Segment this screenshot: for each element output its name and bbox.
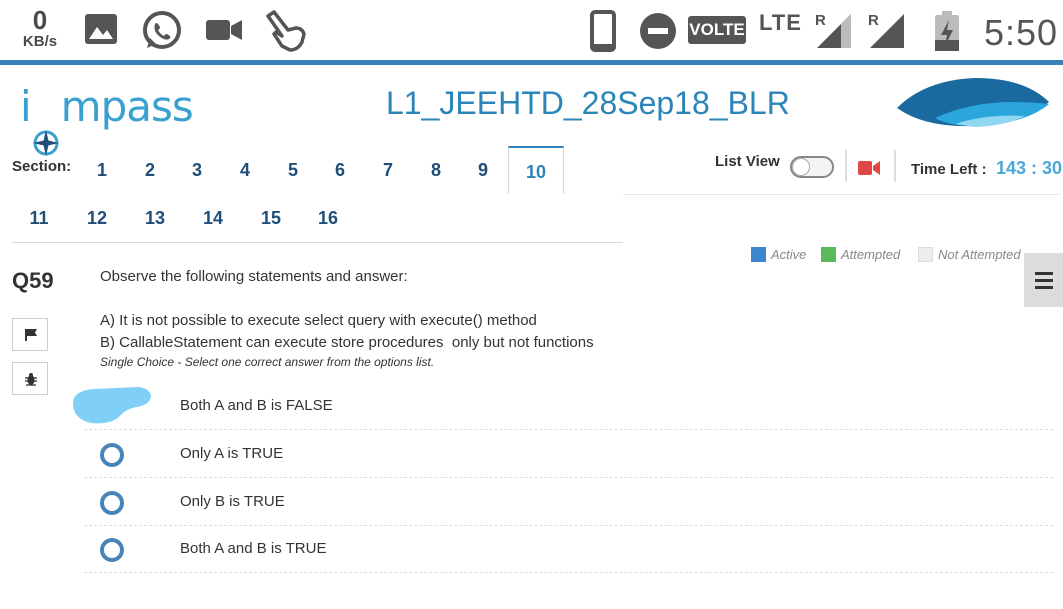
answer-option-label: Only A is TRUE bbox=[180, 445, 284, 462]
flag-button[interactable] bbox=[12, 318, 48, 351]
phone-icon bbox=[590, 10, 616, 57]
question-number: Q59 bbox=[12, 268, 54, 293]
legend-not-attempted-swatch bbox=[918, 247, 933, 262]
section-label: Section: bbox=[12, 158, 72, 175]
network-type: LTE bbox=[759, 10, 802, 35]
brand-wave-logo bbox=[895, 74, 1051, 135]
answer-option-label: Only B is TRUE bbox=[180, 493, 285, 510]
volte-badge: VOLTE bbox=[688, 16, 746, 44]
network-speed-unit: KB/s bbox=[22, 33, 58, 50]
logo-text-left: i bbox=[20, 82, 32, 131]
answer-option-label: Both A and B is FALSE bbox=[180, 397, 333, 414]
video-camera-icon[interactable] bbox=[858, 160, 880, 181]
controls-separator bbox=[894, 150, 896, 182]
status-bar: 0 KB/s VOLTE LTE R R 5:50 bbox=[0, 0, 1063, 65]
section-tab-12[interactable]: 12 bbox=[69, 194, 125, 242]
radio-button[interactable] bbox=[100, 538, 124, 562]
answer-option-2[interactable]: Only A is TRUE bbox=[84, 430, 1053, 478]
bug-icon bbox=[25, 373, 37, 386]
hamburger-icon bbox=[1035, 286, 1053, 289]
video-camera-icon bbox=[205, 16, 243, 49]
exam-title: L1_JEEHTD_28Sep18_BLR bbox=[386, 85, 790, 121]
legend-active-label: Active bbox=[771, 247, 807, 262]
section-tab-15[interactable]: 15 bbox=[243, 194, 299, 242]
report-bug-button[interactable] bbox=[12, 362, 48, 395]
legend-not-attempted: Not Attempted bbox=[918, 247, 1021, 262]
network-speed-value: 0 bbox=[32, 5, 48, 35]
time-left-value: 143 : 30 bbox=[996, 158, 1063, 178]
logo-text-right: mpass bbox=[60, 82, 194, 131]
icompass-logo: i mpass bbox=[20, 82, 194, 156]
section-tab-9[interactable]: 9 bbox=[455, 146, 511, 194]
section-tab-10[interactable]: 10 bbox=[508, 146, 564, 194]
hamburger-icon bbox=[1035, 279, 1053, 282]
legend-not-attempted-label: Not Attempted bbox=[938, 247, 1021, 262]
answer-option-label: Both A and B is TRUE bbox=[180, 540, 327, 557]
header-divider bbox=[623, 194, 1060, 195]
signal-icon bbox=[815, 12, 853, 55]
time-left-label: Time Left : bbox=[911, 161, 987, 178]
section-divider bbox=[12, 242, 623, 243]
answer-option-4[interactable]: Both A and B is TRUE bbox=[84, 525, 1053, 573]
battery-charging-icon bbox=[934, 10, 960, 57]
controls-separator bbox=[845, 150, 847, 182]
do-not-disturb-icon bbox=[639, 12, 677, 55]
statement-b: B) CallableStatement can execute store p… bbox=[100, 334, 594, 351]
list-view-label: List View bbox=[715, 153, 780, 170]
pointing-hand-icon bbox=[264, 10, 308, 57]
list-view-toggle[interactable] bbox=[790, 156, 834, 178]
redaction-mark bbox=[69, 383, 153, 430]
answer-option-3[interactable]: Only B is TRUE bbox=[84, 478, 1053, 526]
answer-option-1[interactable]: Both A and B is FALSE bbox=[84, 382, 1053, 430]
signal-icon bbox=[868, 12, 906, 55]
legend-attempted-swatch bbox=[821, 247, 836, 262]
legend-active: Active bbox=[751, 247, 806, 262]
hamburger-icon bbox=[1035, 272, 1053, 275]
clock: 5:50 bbox=[984, 12, 1059, 53]
section-tab-16[interactable]: 16 bbox=[300, 194, 356, 242]
radio-button[interactable] bbox=[100, 491, 124, 515]
status-bar-accent-line bbox=[0, 60, 1063, 65]
legend-active-swatch bbox=[751, 247, 766, 262]
section-tab-13[interactable]: 13 bbox=[127, 194, 183, 242]
section-tab-14[interactable]: 14 bbox=[185, 194, 241, 242]
menu-button[interactable] bbox=[1024, 253, 1063, 307]
gallery-icon bbox=[84, 13, 118, 50]
flag-icon bbox=[25, 329, 37, 341]
network-speed: 0 KB/s bbox=[16, 6, 64, 50]
question-prompt: Observe the following statements and ans… bbox=[100, 268, 408, 285]
whatsapp-icon bbox=[141, 10, 183, 57]
legend-attempted: Attempted bbox=[821, 247, 900, 262]
answer-instruction: Single Choice - Select one correct answe… bbox=[100, 355, 435, 369]
legend-attempted-label: Attempted bbox=[841, 247, 901, 262]
statement-a: A) It is not possible to execute select … bbox=[100, 312, 537, 329]
toggle-knob bbox=[792, 158, 810, 176]
radio-button[interactable] bbox=[100, 443, 124, 467]
section-tab-11[interactable]: 11 bbox=[11, 194, 67, 242]
